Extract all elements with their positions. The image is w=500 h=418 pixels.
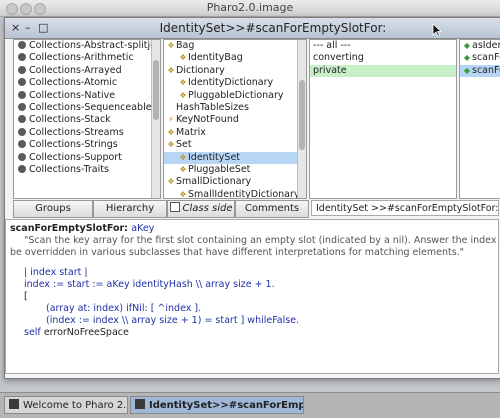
mouse-cursor-icon — [432, 23, 442, 37]
class-scrollbar[interactable] — [297, 40, 306, 198]
protocol-item[interactable]: converting — [310, 52, 456, 64]
pharo-world: × – □ IdentitySet>>#scanForEmptySlotFor:… — [0, 17, 500, 392]
scrollbar-thumb[interactable] — [153, 60, 159, 120]
package-icon: ❖ — [179, 152, 187, 162]
taskbar-browser[interactable]: IdentitySet>>#scanForEmptyS... — [130, 396, 304, 414]
system-browser-window: × – □ IdentitySet>>#scanForEmptySlotFor:… — [4, 17, 500, 379]
class-item[interactable]: ❖PluggableSet — [164, 164, 306, 176]
window-title-bar[interactable]: × – □ IdentitySet>>#scanForEmptySlotFor: — [5, 18, 500, 39]
method-item[interactable]: ◆scanFor — [460, 52, 500, 64]
package-item[interactable]: Collections-Arrayed — [14, 65, 160, 77]
package-icon: ❖ — [167, 65, 175, 75]
class-item[interactable]: HashTableSizes — [164, 102, 306, 114]
os-window-title: Pharo2.0.image — [206, 1, 294, 14]
package-item[interactable]: Collections-Support — [14, 152, 160, 164]
minimize-dot-icon[interactable] — [20, 3, 32, 15]
close-dot-icon[interactable] — [6, 3, 18, 15]
package-scrollbar[interactable] — [151, 40, 160, 198]
package-list[interactable]: Collections-Abstract-splitjoin Collectio… — [13, 39, 161, 199]
protocol-list[interactable]: --- all --- converting private — [309, 39, 457, 199]
method-green-icon: ◆ — [463, 65, 471, 75]
method-signature-field[interactable]: IdentitySet >>#scanForEmptySlotFor: — [311, 200, 499, 216]
class-item[interactable]: ⚡ KeyNotFound — [164, 114, 306, 126]
package-item[interactable]: Collections-Stack — [14, 114, 160, 126]
class-list[interactable]: ❖Bag ❖IdentityBag ❖Dictionary ❖IdentityD… — [163, 39, 307, 199]
class-item[interactable]: ❖IdentityDictionary — [164, 77, 306, 89]
class-item[interactable]: ❖IdentityBag — [164, 52, 306, 64]
class-item[interactable]: ❖Dictionary — [164, 65, 306, 77]
package-icon — [18, 41, 26, 49]
method-list[interactable]: ◆asIdent ◆scanFor ◆scanFor — [459, 39, 500, 199]
package-icon: ❖ — [167, 41, 175, 50]
window-icon — [135, 399, 145, 409]
class-item-selected[interactable]: ❖IdentitySet — [164, 151, 306, 164]
hierarchy-button[interactable]: Hierarchy — [93, 200, 167, 218]
comments-button[interactable]: Comments — [235, 200, 309, 218]
checkbox-icon[interactable] — [169, 202, 180, 212]
code-line: (array at: index) ifNil: [ ^index ]. — [46, 303, 202, 314]
package-icon: ❖ — [179, 90, 187, 100]
code-line: | index start | — [24, 267, 88, 278]
code-editor[interactable]: scanForEmptySlotFor: aKey "Scan the key … — [5, 219, 499, 374]
class-item[interactable]: ❖Bag — [164, 40, 306, 52]
package-item[interactable]: Collections-Strings — [14, 139, 160, 151]
groups-button[interactable]: Groups — [13, 200, 93, 218]
package-icon — [18, 65, 26, 74]
class-side-toggle[interactable]: Class side — [167, 200, 235, 218]
package-item[interactable]: Collections-Traits — [14, 164, 160, 176]
class-item[interactable]: ❖SmallIdentityDictionary — [164, 189, 306, 199]
package-item[interactable]: Collections-Abstract-splitjoin — [14, 40, 160, 52]
package-icon — [18, 53, 26, 62]
protocol-item[interactable]: --- all --- — [310, 40, 456, 52]
package-icon: ❖ — [167, 140, 175, 150]
class-item[interactable]: ❖SmallDictionary — [164, 176, 306, 188]
code-line: index := start := aKey identityHash \\ a… — [24, 279, 275, 290]
package-icon — [18, 102, 26, 111]
scrollbar-thumb[interactable] — [299, 80, 305, 150]
zoom-dot-icon[interactable] — [34, 3, 46, 15]
package-icon — [18, 78, 26, 87]
package-icon — [18, 152, 26, 161]
code-line: (index := index \\ array size + 1) = sta… — [46, 315, 300, 326]
package-icon: ❖ — [167, 177, 175, 187]
method-item[interactable]: ◆asIdent — [460, 40, 500, 52]
protocol-item-selected[interactable]: private — [310, 64, 456, 78]
package-item[interactable]: Collections-Atomic — [14, 77, 160, 89]
package-icon: ❖ — [179, 164, 187, 174]
lightning-icon: ⚡ — [168, 115, 174, 125]
package-item[interactable]: Collections-Sequenceable — [14, 102, 160, 114]
os-title-bar: Pharo2.0.image — [0, 0, 500, 17]
method-green-icon: ◆ — [463, 41, 471, 50]
package-icon: ❖ — [179, 189, 187, 199]
package-item[interactable]: Collections-Streams — [14, 127, 160, 139]
class-item[interactable]: ❖Matrix — [164, 127, 306, 139]
package-icon — [18, 115, 26, 124]
package-icon — [18, 140, 26, 149]
method-item-selected[interactable]: ◆scanFor — [460, 64, 500, 78]
class-item[interactable]: ❖Set — [164, 139, 306, 151]
taskbar: Welcome to Pharo 2.0 IdentitySet>>#scanF… — [0, 392, 500, 418]
taskbar-welcome[interactable]: Welcome to Pharo 2.0 — [4, 396, 128, 414]
code-line: [ — [24, 291, 28, 302]
code-line: scanForEmptySlotFor: aKey — [10, 223, 155, 234]
package-icon — [18, 164, 26, 173]
package-icon — [18, 90, 26, 99]
code-comment: "Scan the key array for the first slot c… — [24, 235, 499, 246]
package-item[interactable]: Collections-Arithmetic — [14, 52, 160, 64]
window-title: IdentitySet>>#scanForEmptySlotFor: — [159, 21, 387, 35]
window-icon — [9, 399, 19, 409]
package-icon: ❖ — [179, 78, 187, 88]
package-item[interactable]: Collections-Native — [14, 90, 160, 102]
package-icon: ❖ — [167, 127, 175, 137]
code-line: self errorNoFreeSpace — [24, 327, 129, 338]
code-comment: be overridden in various subclasses that… — [10, 247, 465, 258]
method-green-icon: ◆ — [463, 53, 471, 63]
class-item[interactable]: ❖PluggableDictionary — [164, 90, 306, 102]
package-icon: ❖ — [179, 53, 187, 63]
package-icon — [18, 127, 26, 136]
